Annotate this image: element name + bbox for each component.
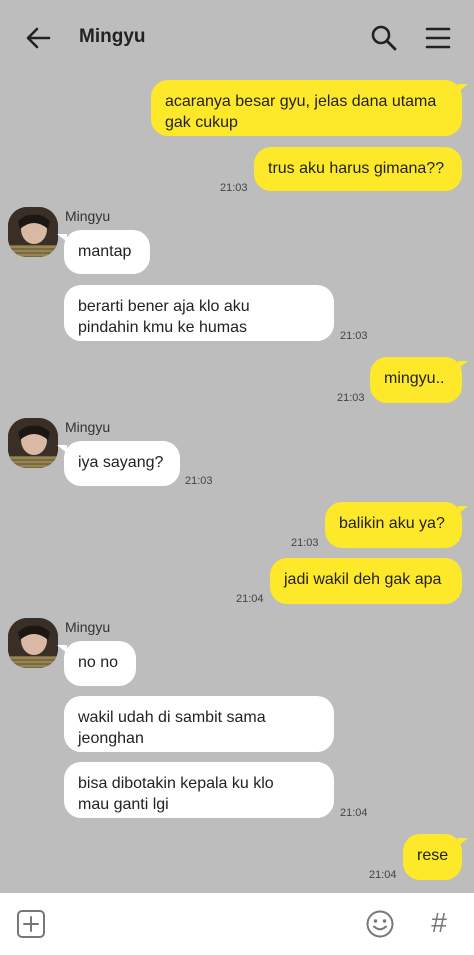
message-line: jadi wakil deh gak apa (284, 571, 442, 588)
message-time: 21:04 (340, 807, 368, 819)
message-time: 21:04 (236, 593, 264, 605)
chat-header: Mingyu (0, 0, 474, 76)
message-bubble-incoming[interactable]: bisa dibotakin kepala ku klo mau ganti l… (64, 762, 334, 818)
message-line: wakil udah di sambit sama (78, 709, 266, 726)
message-line: rese (417, 847, 449, 864)
search-icon (371, 25, 397, 51)
message-line: pindahin kmu ke humas (78, 319, 247, 336)
message-time: 21:03 (340, 330, 368, 342)
plus-square-icon (17, 910, 45, 938)
chat-title: Mingyu (79, 26, 146, 47)
message-line: mau ganti lgi (78, 796, 169, 813)
hashtag-button[interactable]: # (424, 907, 454, 939)
message-bubble-outgoing[interactable]: balikin aku ya? (325, 502, 462, 548)
arrow-left-icon (26, 27, 51, 49)
message-time: 21:03 (291, 537, 319, 549)
search-button[interactable] (368, 22, 400, 54)
message-bubble-incoming[interactable]: mantap (64, 230, 150, 274)
message-bubble-outgoing[interactable]: rese (403, 834, 462, 880)
hamburger-menu-icon (425, 27, 451, 49)
message-time: 21:04 (369, 869, 397, 881)
menu-button[interactable] (422, 22, 454, 54)
emoji-button[interactable] (365, 909, 395, 939)
message-line: trus aku harus gimana?? (268, 160, 445, 177)
message-line: berarti bener aja klo aku (78, 298, 250, 315)
sender-name: Mingyu (65, 208, 111, 224)
message-bubble-outgoing[interactable]: acaranya besar gyu, jelas dana utama gak… (151, 80, 462, 136)
message-line: iya sayang? (78, 454, 164, 471)
message-line: acaranya besar gyu, jelas dana utama (165, 93, 437, 110)
sender-name: Mingyu (65, 419, 111, 435)
bubble-tail (458, 838, 468, 846)
message-line: no no (78, 654, 119, 671)
avatar[interactable] (8, 207, 58, 257)
message-time: 21:03 (220, 182, 248, 194)
message-bubble-outgoing[interactable]: trus aku harus gimana?? (254, 147, 462, 191)
attach-button[interactable] (16, 909, 46, 939)
avatar[interactable] (8, 418, 58, 468)
emoji-smile-icon (366, 910, 394, 938)
profile-photo-icon (8, 418, 58, 468)
message-composer: # (0, 893, 474, 955)
avatar[interactable] (8, 618, 58, 668)
message-line: jeonghan (78, 730, 144, 747)
back-button[interactable] (22, 22, 54, 54)
message-bubble-incoming[interactable]: no no (64, 641, 136, 686)
message-line: gak cukup (165, 114, 238, 131)
bubble-tail (458, 506, 468, 514)
message-bubble-incoming[interactable]: wakil udah di sambit sama jeonghan (64, 696, 334, 752)
sender-name: Mingyu (65, 619, 111, 635)
profile-photo-icon (8, 207, 58, 257)
message-line: mantap (78, 243, 132, 260)
bubble-tail (458, 84, 468, 92)
bubble-tail (458, 361, 468, 369)
message-line: balikin aku ya? (339, 515, 445, 532)
message-bubble-incoming[interactable]: berarti bener aja klo aku pindahin kmu k… (64, 285, 334, 341)
message-bubble-incoming[interactable]: iya sayang? (64, 441, 180, 486)
profile-photo-icon (8, 618, 58, 668)
message-time: 21:03 (337, 392, 365, 404)
message-line: bisa dibotakin kepala ku klo (78, 775, 274, 792)
message-time: 21:03 (185, 475, 213, 487)
message-bubble-outgoing[interactable]: mingyu.. (370, 357, 462, 403)
message-bubble-outgoing[interactable]: jadi wakil deh gak apa (270, 558, 462, 604)
message-line: mingyu.. (384, 370, 445, 387)
